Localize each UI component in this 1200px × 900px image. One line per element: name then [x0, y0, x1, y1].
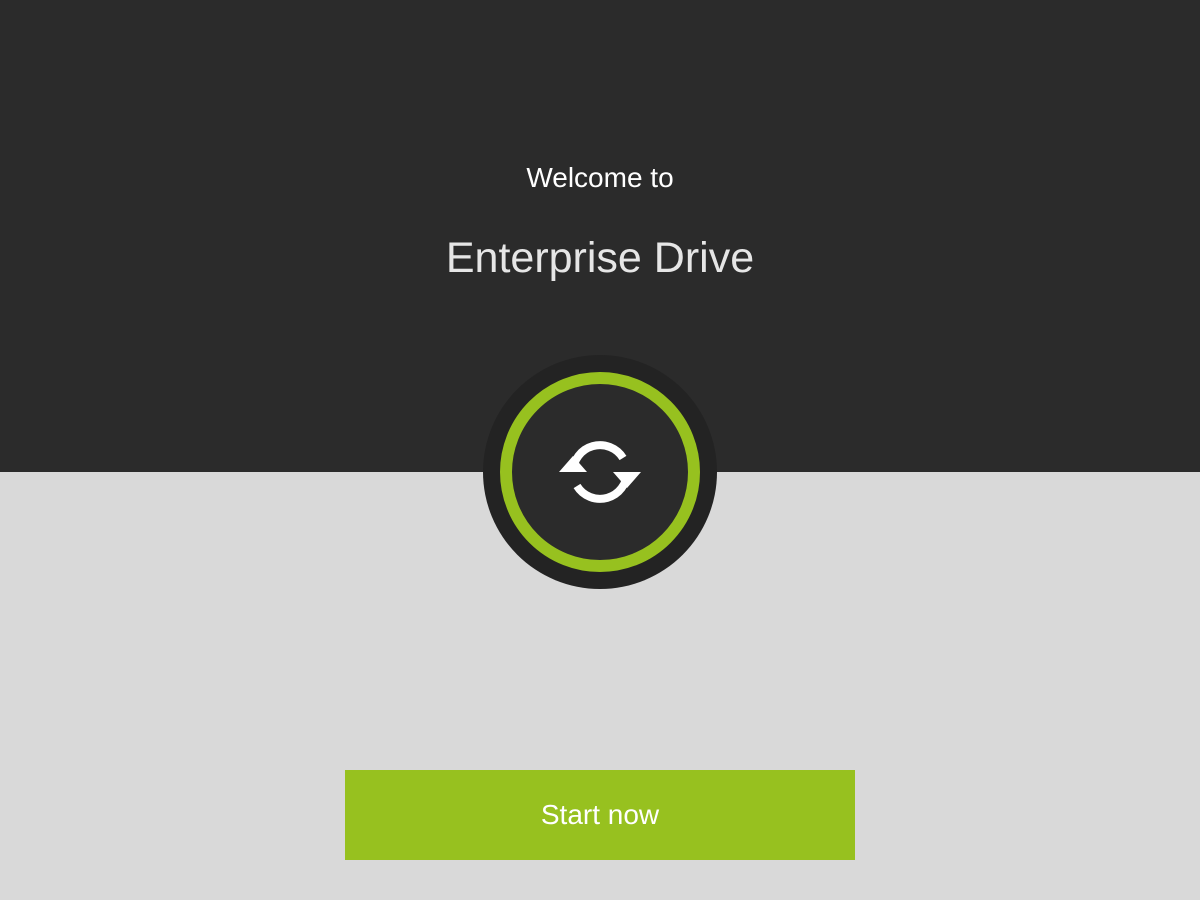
welcome-greeting: Welcome to: [526, 162, 674, 193]
start-now-button[interactable]: Start now: [345, 770, 855, 860]
sync-icon: [559, 441, 641, 503]
app-title: Enterprise Drive: [445, 234, 755, 282]
